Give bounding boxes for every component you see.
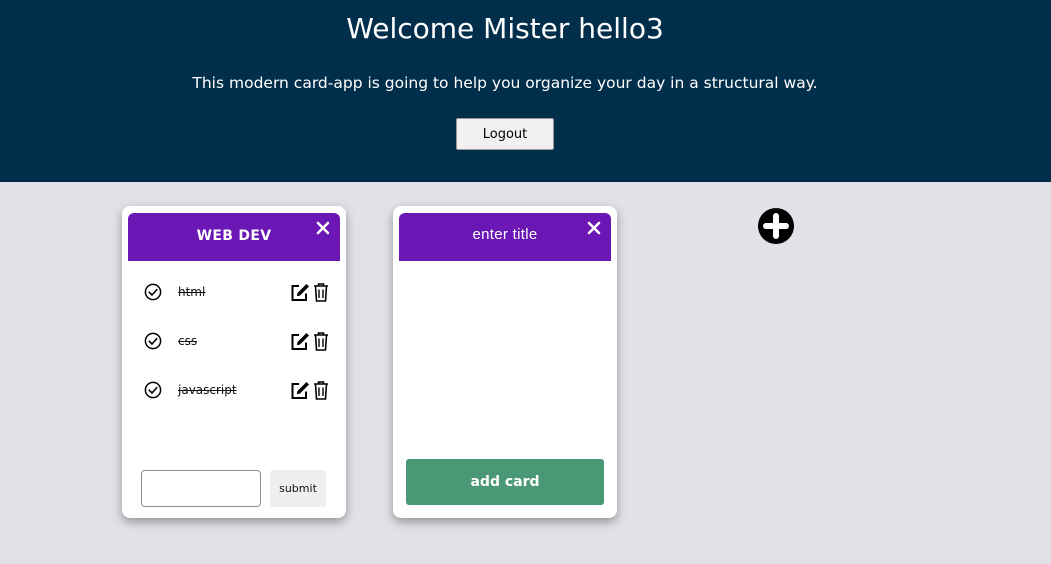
edit-icon[interactable] (290, 332, 310, 351)
trash-icon[interactable] (313, 282, 329, 302)
edit-icon[interactable] (290, 381, 310, 400)
task-input[interactable] (141, 470, 261, 507)
add-card-button[interactable]: add card (406, 459, 604, 505)
task-label: html (178, 285, 206, 299)
card-title: WEB DEV (196, 228, 272, 244)
task-item: css (144, 330, 334, 354)
welcome-title: Welcome Mister hello3 (346, 12, 664, 45)
check-circle-icon[interactable] (144, 381, 162, 399)
page-header: Welcome Mister hello3 This modern card-a… (0, 0, 1051, 182)
tagline: This modern card-app is going to help yo… (192, 74, 818, 92)
logout-button[interactable]: Logout (456, 118, 554, 150)
card-new: enter title add card (393, 206, 617, 518)
task-item: html (144, 281, 334, 305)
edit-icon[interactable] (290, 283, 310, 302)
check-circle-icon[interactable] (144, 283, 162, 301)
plus-circle-icon[interactable] (758, 208, 794, 244)
task-label: css (178, 334, 198, 348)
close-icon[interactable] (316, 221, 330, 235)
card-header: enter title (399, 213, 611, 261)
card-title-input[interactable]: enter title (399, 226, 611, 243)
check-circle-icon[interactable] (144, 332, 162, 350)
close-icon[interactable] (587, 221, 601, 235)
submit-button[interactable]: submit (270, 470, 326, 507)
task-item: javascript (144, 379, 334, 403)
trash-icon[interactable] (313, 331, 329, 351)
card-header: WEB DEV (128, 213, 340, 261)
task-label: javascript (178, 383, 237, 397)
trash-icon[interactable] (313, 380, 329, 400)
card-web-dev: WEB DEV html css javascript submit (122, 206, 346, 518)
